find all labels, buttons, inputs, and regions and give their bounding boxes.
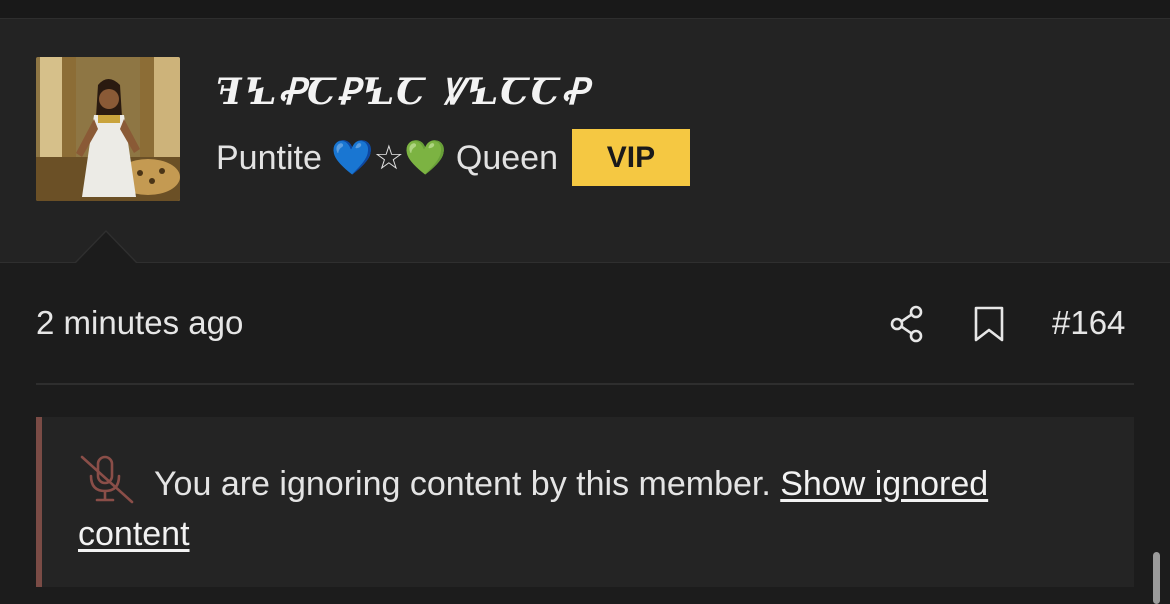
user-title: Puntite 💙☆💚 Queen: [216, 138, 558, 177]
scrollbar[interactable]: [1153, 552, 1160, 604]
avatar[interactable]: [36, 57, 180, 201]
ignored-message-text: You are ignoring content by this member.: [154, 465, 771, 503]
author-title-row: Puntite 💙☆💚 Queen VIP: [216, 129, 690, 186]
post-number-link[interactable]: #164: [1052, 304, 1125, 342]
bookmark-icon[interactable]: [972, 305, 1006, 343]
post-timestamp[interactable]: 2 minutes ago: [36, 304, 243, 342]
share-icon[interactable]: [888, 304, 926, 344]
divider: [36, 383, 1134, 385]
author-username[interactable]: ꟻꝆꝒꞆꝐꝆꞆ ꝞꝆꞆꞆꝒ: [216, 66, 590, 115]
ignored-message: You are ignoring content by this member.…: [78, 459, 1078, 559]
vip-badge: VIP: [571, 129, 690, 186]
top-strip: [0, 0, 1170, 19]
